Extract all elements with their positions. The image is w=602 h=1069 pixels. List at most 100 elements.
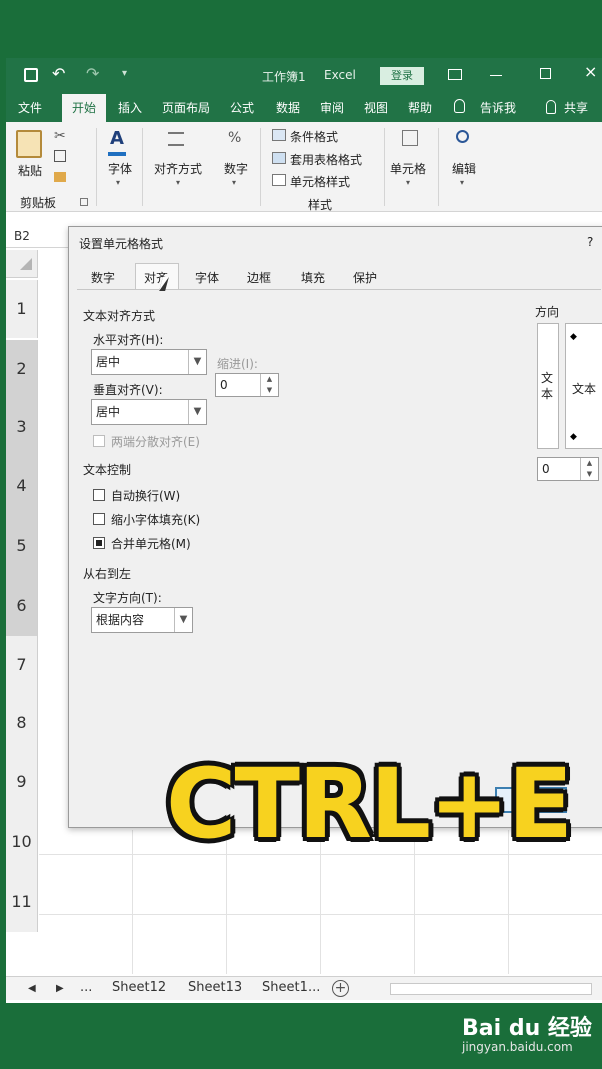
chevron-down-icon: ▾ xyxy=(406,178,411,187)
save-icon[interactable] xyxy=(24,68,38,82)
sheet-overflow-right[interactable]: ... xyxy=(308,980,320,995)
minimize-icon[interactable] xyxy=(490,75,502,76)
tab-number[interactable]: 数字 xyxy=(91,269,115,286)
tell-me-search[interactable]: 告诉我 xyxy=(480,99,516,116)
horizontal-align-select[interactable]: 居中 ▼ xyxy=(91,349,207,375)
vertical-align-select[interactable]: 居中 ▼ xyxy=(91,399,207,425)
tab-home[interactable]: 开始 xyxy=(62,94,106,122)
paste-icon[interactable] xyxy=(16,130,42,158)
table-format-icon[interactable] xyxy=(272,152,286,164)
format-painter-icon[interactable] xyxy=(54,172,66,182)
conditional-format-button[interactable]: 条件格式 xyxy=(290,128,338,145)
next-sheet-icon[interactable]: ▶ xyxy=(56,983,64,994)
cell-style-icon[interactable] xyxy=(272,174,286,186)
row-header[interactable]: 2 xyxy=(6,340,38,398)
cells-icon[interactable] xyxy=(402,130,418,146)
tab-font[interactable]: 字体 xyxy=(195,269,219,286)
font-icon[interactable]: A xyxy=(110,128,124,149)
tab-review[interactable]: 审阅 xyxy=(320,99,344,116)
row-header[interactable]: 6 xyxy=(6,576,38,636)
sheet-tab-12[interactable]: Sheet12 xyxy=(112,980,166,995)
font-button[interactable]: 字体 xyxy=(108,160,132,177)
dialog-launcher-icon[interactable] xyxy=(80,198,88,206)
edit-button[interactable]: 编辑 xyxy=(452,160,476,177)
spinner-arrows-icon[interactable]: ▲ ▼ xyxy=(580,458,598,480)
copy-icon[interactable] xyxy=(54,150,66,162)
paste-button[interactable]: 粘贴 xyxy=(18,162,42,179)
merge-cells-checkbox[interactable] xyxy=(93,537,105,549)
row-header[interactable]: 8 xyxy=(6,694,38,752)
percent-icon[interactable]: % xyxy=(228,130,241,146)
vertical-text: 文本 xyxy=(541,371,554,401)
chevron-down-icon: ▾ xyxy=(176,178,181,187)
search-icon[interactable] xyxy=(456,130,469,143)
shortcut-overlay: CTRL+E xyxy=(166,748,573,860)
help-button[interactable]: ? xyxy=(587,235,593,249)
row-header[interactable]: 10 xyxy=(6,812,38,872)
tab-border[interactable]: 边框 xyxy=(247,269,271,286)
share-button[interactable]: 共享 xyxy=(564,99,588,116)
justify-distributed-checkbox[interactable] xyxy=(93,435,105,447)
row-header[interactable]: 11 xyxy=(6,872,38,932)
spinner-arrows-icon[interactable]: ▲ ▼ xyxy=(260,374,278,396)
redo-icon[interactable]: ↷ xyxy=(86,64,99,83)
cut-icon[interactable]: ✂ xyxy=(54,128,66,144)
prev-sheet-icon[interactable]: ◀ xyxy=(28,983,36,994)
indent-spinner[interactable]: 0 ▲ ▼ xyxy=(215,373,279,397)
tab-insert[interactable]: 插入 xyxy=(118,99,142,116)
number-button[interactable]: 数字 xyxy=(224,160,248,177)
cells-button[interactable]: 单元格 xyxy=(390,160,426,177)
row-header[interactable]: 9 xyxy=(6,752,38,812)
chevron-down-icon: ▾ xyxy=(232,178,237,187)
shrink-to-fit-checkbox[interactable] xyxy=(93,513,105,525)
wrap-text-checkbox[interactable] xyxy=(93,489,105,501)
tab-formulas[interactable]: 公式 xyxy=(230,99,254,116)
sheet-overflow-left[interactable]: ... xyxy=(80,980,92,995)
tab-protection[interactable]: 保护 xyxy=(353,269,377,286)
watermark-url: jingyan.baidu.com xyxy=(462,1040,573,1054)
sheet-tab-13[interactable]: Sheet13 xyxy=(188,980,242,995)
clipboard-group-label: 剪贴板 xyxy=(20,196,57,210)
sheet-tab-partial[interactable]: Sheet1 xyxy=(262,980,308,995)
degrees-spinner[interactable]: 0 ▲ ▼ xyxy=(537,457,599,481)
vertical-text-box[interactable]: 文本 xyxy=(537,323,559,449)
conditional-format-icon[interactable] xyxy=(272,129,286,141)
tab-view[interactable]: 视图 xyxy=(364,99,388,116)
alignment-button[interactable]: 对齐方式 xyxy=(154,160,202,177)
horizontal-scrollbar[interactable] xyxy=(390,983,592,995)
tab-file[interactable]: 文件 xyxy=(18,99,42,116)
row-header[interactable]: 3 xyxy=(6,398,38,456)
select-all-corner[interactable] xyxy=(6,250,38,278)
row-header[interactable]: 4 xyxy=(6,456,38,516)
tab-fill[interactable]: 填充 xyxy=(301,269,325,286)
tab-page-layout[interactable]: 页面布局 xyxy=(162,99,210,116)
orientation-section-label: 方向 xyxy=(535,305,560,319)
maximize-icon[interactable] xyxy=(540,68,551,79)
login-button[interactable]: 登录 xyxy=(380,67,424,85)
tab-data[interactable]: 数据 xyxy=(276,99,300,116)
row-header[interactable]: 5 xyxy=(6,516,38,576)
close-icon[interactable]: × xyxy=(584,62,597,81)
wrap-text-label: 自动换行(W) xyxy=(111,489,181,503)
orientation-text: 文本 xyxy=(572,382,597,396)
share-icon[interactable] xyxy=(546,100,556,114)
watermark-brand: Bai du 经验 xyxy=(462,1016,592,1041)
row-header[interactable]: 1 xyxy=(6,280,38,338)
table-format-button[interactable]: 套用表格格式 xyxy=(290,151,362,168)
add-sheet-icon[interactable]: + xyxy=(332,980,349,997)
tab-help[interactable]: 帮助 xyxy=(408,99,432,116)
undo-icon[interactable]: ↶ xyxy=(52,64,65,83)
document-title: 工作簿1 xyxy=(262,70,306,84)
text-direction-select[interactable]: 根据内容 ▼ xyxy=(91,607,193,633)
dial-dot: ◆ xyxy=(570,432,577,442)
horizontal-align-value: 居中 xyxy=(96,355,121,369)
dialog-title: 设置单元格格式 xyxy=(79,237,164,251)
styles-group-label: 样式 xyxy=(308,198,333,212)
row-header[interactable]: 7 xyxy=(6,636,38,694)
cell-style-button[interactable]: 单元格样式 xyxy=(290,173,350,190)
name-box[interactable]: B2 xyxy=(14,229,30,243)
restore-icon[interactable] xyxy=(448,69,462,80)
orientation-dial[interactable]: ◆ 文本 ◆ xyxy=(565,323,602,449)
alignment-icon[interactable] xyxy=(168,132,184,146)
customize-qat-icon[interactable]: ▾ xyxy=(122,68,127,79)
